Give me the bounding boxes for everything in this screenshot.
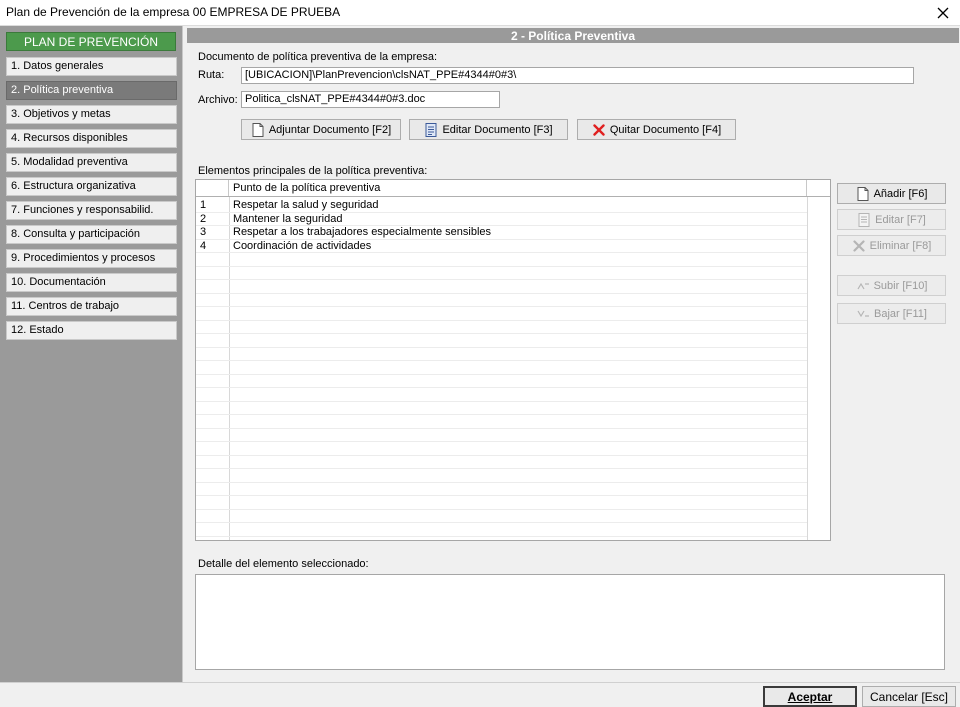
table-row	[196, 429, 807, 442]
sidebar-item-documentacion[interactable]: 10. Documentación	[6, 273, 177, 292]
sidebar-item-consulta[interactable]: 8. Consulta y participación	[6, 225, 177, 244]
table-row[interactable]: 1 Respetar la salud y seguridad	[196, 199, 807, 213]
table-row[interactable]: 2 Mantener la seguridad	[196, 212, 807, 226]
move-down-icon	[856, 307, 870, 321]
title-bar: Plan de Prevención de la empresa 00 EMPR…	[0, 0, 960, 26]
table-row	[196, 253, 807, 267]
editar-documento-label: Editar Documento [F3]	[442, 123, 553, 136]
table-row	[196, 456, 807, 469]
delete-icon	[852, 239, 866, 253]
table-row	[196, 415, 807, 429]
sidebar-item-recursos[interactable]: 4. Recursos disponibles	[6, 129, 177, 148]
sidebar-item-objetivos[interactable]: 3. Objetivos y metas	[6, 105, 177, 124]
aceptar-button[interactable]: Aceptar	[763, 686, 857, 707]
table-row[interactable]: 3 Respetar a los trabajadores especialme…	[196, 226, 807, 240]
doc-section-label: Documento de política preventiva de la e…	[198, 51, 438, 63]
table-row	[196, 510, 807, 523]
editar-button[interactable]: Editar [F7]	[837, 209, 946, 230]
detail-textarea[interactable]	[195, 574, 945, 670]
grid-header-punto[interactable]: Punto de la política preventiva	[229, 180, 807, 196]
sidebar-item-centros[interactable]: 11. Centros de trabajo	[6, 297, 177, 316]
sidebar: PLAN DE PREVENCIÓN 1. Datos generales 2.…	[0, 26, 182, 682]
remove-icon	[592, 123, 606, 137]
archivo-label: Archivo:	[198, 94, 238, 106]
window-title: Plan de Prevención de la empresa 00 EMPR…	[6, 5, 341, 19]
anadir-label: Añadir [F6]	[873, 187, 928, 200]
table-row	[196, 280, 807, 294]
bajar-label: Bajar [F11]	[874, 307, 927, 320]
table-row	[196, 321, 807, 334]
archivo-field[interactable]: Politica_clsNAT_PPE#4344#0#3.doc	[241, 91, 500, 108]
new-document-icon	[856, 186, 870, 201]
table-row	[196, 307, 807, 321]
row-text: Coordinación de actividades	[233, 239, 372, 252]
ruta-field[interactable]: [UBICACION]\PlanPrevencion\clsNAT_PPE#43…	[241, 67, 914, 84]
table-row	[196, 442, 807, 456]
table-row	[196, 496, 807, 510]
table-row	[196, 523, 807, 537]
sidebar-item-politica-preventiva[interactable]: 2. Política preventiva	[6, 81, 177, 100]
table-row	[196, 334, 807, 348]
aceptar-label: Aceptar	[787, 689, 833, 704]
table-row	[196, 267, 807, 280]
sidebar-item-funciones[interactable]: 7. Funciones y responsabilid.	[6, 201, 177, 220]
quitar-documento-button[interactable]: Quitar Documento [F4]	[577, 119, 736, 140]
edit-document-icon	[424, 122, 438, 137]
table-row	[196, 402, 807, 415]
table-row	[196, 483, 807, 496]
close-button[interactable]	[926, 0, 960, 25]
row-text: Respetar a los trabajadores especialment…	[233, 226, 492, 238]
footer: Aceptar Cancelar [Esc]	[0, 682, 960, 707]
move-up-icon	[856, 279, 870, 293]
table-row	[196, 375, 807, 388]
row-text: Mantener la seguridad	[233, 212, 343, 225]
document-icon	[251, 122, 265, 137]
elements-label: Elementos principales de la política pre…	[198, 165, 428, 177]
anadir-button[interactable]: Añadir [F6]	[837, 183, 946, 204]
politica-grid[interactable]: Punto de la política preventiva 1 Respet…	[195, 179, 831, 541]
editar-label: Editar [F7]	[875, 213, 926, 226]
sidebar-item-estructura[interactable]: 6. Estructura organizativa	[6, 177, 177, 196]
table-row	[196, 361, 807, 375]
section-header: 2 - Política Preventiva	[187, 28, 959, 43]
row-number: 1	[200, 199, 207, 211]
adjuntar-documento-label: Adjuntar Documento [F2]	[268, 123, 392, 136]
eliminar-label: Eliminar [F8]	[869, 239, 932, 252]
sidebar-item-datos-generales[interactable]: 1. Datos generales	[6, 57, 177, 76]
table-row	[196, 348, 807, 361]
table-row[interactable]: 4 Coordinación de actividades	[196, 239, 807, 253]
main-panel: 2 - Política Preventiva Documento de pol…	[182, 26, 960, 682]
edit-icon	[857, 212, 871, 227]
quitar-documento-label: Quitar Documento [F4]	[609, 123, 722, 136]
bajar-button[interactable]: Bajar [F11]	[837, 303, 946, 324]
editar-documento-button[interactable]: Editar Documento [F3]	[409, 119, 568, 140]
grid-header-num	[196, 180, 229, 196]
cancelar-label: Cancelar [Esc]	[869, 689, 949, 704]
grid-column-divider	[807, 197, 808, 540]
eliminar-button[interactable]: Eliminar [F8]	[837, 235, 946, 256]
sidebar-header: PLAN DE PREVENCIÓN	[6, 32, 176, 51]
sidebar-item-estado[interactable]: 12. Estado	[6, 321, 177, 340]
row-number: 2	[200, 212, 207, 225]
sidebar-item-modalidad[interactable]: 5. Modalidad preventiva	[6, 153, 177, 172]
close-icon	[937, 7, 949, 18]
subir-label: Subir [F10]	[873, 279, 928, 292]
row-number: 3	[200, 226, 207, 238]
row-number: 4	[200, 239, 207, 252]
grid-body: 1 Respetar la salud y seguridad 2 Manten…	[196, 197, 830, 540]
row-text: Respetar la salud y seguridad	[233, 199, 379, 211]
adjuntar-documento-button[interactable]: Adjuntar Documento [F2]	[241, 119, 401, 140]
table-row	[196, 388, 807, 402]
ruta-label: Ruta:	[198, 69, 225, 81]
subir-button[interactable]: Subir [F10]	[837, 275, 946, 296]
sidebar-item-procedimientos[interactable]: 9. Procedimientos y procesos	[6, 249, 177, 268]
cancelar-button[interactable]: Cancelar [Esc]	[862, 686, 956, 707]
table-row	[196, 469, 807, 483]
grid-header: Punto de la política preventiva	[196, 180, 830, 197]
detail-label: Detalle del elemento seleccionado:	[198, 558, 369, 570]
table-row	[196, 294, 807, 307]
